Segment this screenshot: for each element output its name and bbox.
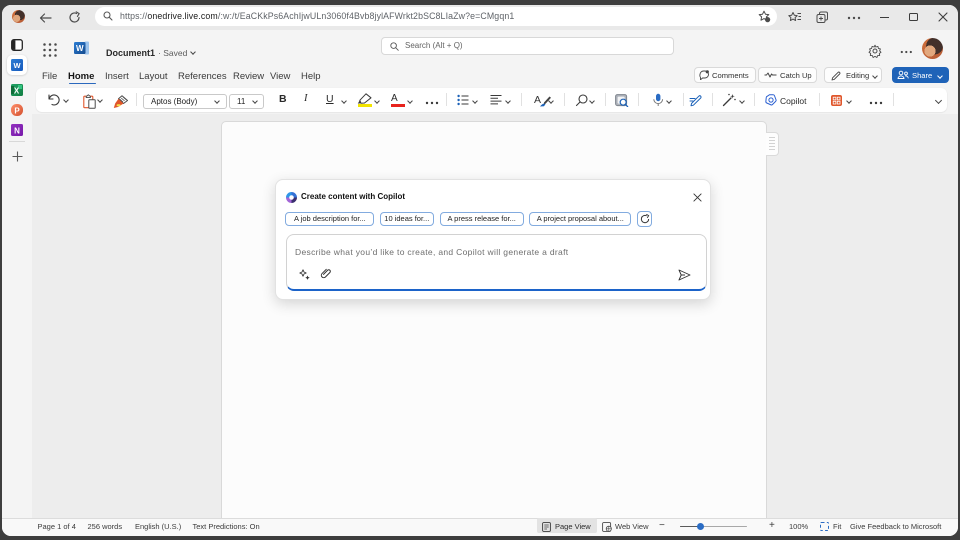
svg-text:W: W bbox=[76, 44, 84, 53]
svg-text:W: W bbox=[13, 61, 21, 70]
svg-text:P: P bbox=[14, 106, 20, 115]
svg-text:X: X bbox=[14, 86, 20, 95]
svg-text:N: N bbox=[14, 126, 20, 135]
